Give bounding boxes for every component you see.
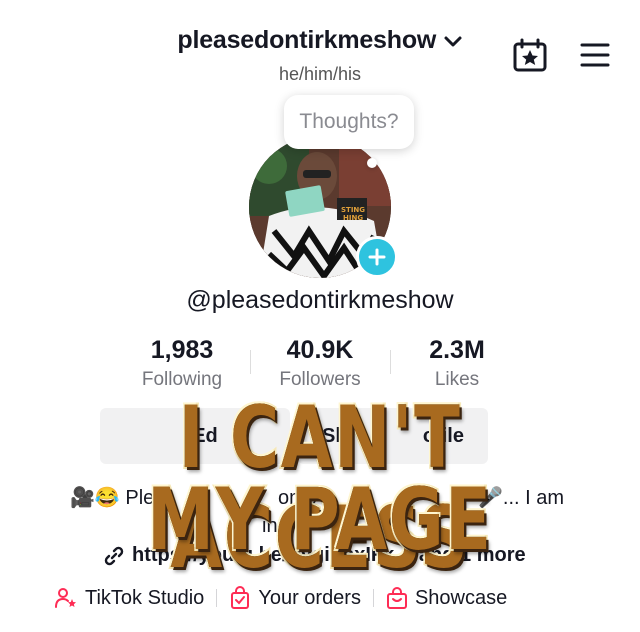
link-icon bbox=[104, 546, 124, 565]
showcase-label: Showcase bbox=[414, 586, 508, 609]
add-story-button[interactable] bbox=[356, 236, 398, 278]
your-orders-label: Your orders bbox=[258, 586, 361, 609]
thoughts-text: Thoughts? bbox=[299, 110, 399, 133]
bubble-tail bbox=[367, 158, 377, 168]
tiktok-studio-label: TikTok Studio bbox=[85, 586, 205, 609]
shortcut-divider bbox=[372, 589, 374, 607]
bio-line1-b: ome bbox=[278, 487, 317, 509]
svg-text:STING: STING bbox=[341, 206, 365, 214]
edit-profile-button[interactable]: Ed bbox=[100, 408, 290, 464]
stat-followers[interactable]: 40.9K Followers bbox=[245, 336, 395, 391]
share-profile-label-right: ofile bbox=[422, 424, 464, 447]
stat-likes[interactable]: 2.3M Likes bbox=[382, 336, 532, 391]
thoughts-bubble[interactable]: Thoughts? bbox=[284, 95, 414, 149]
your-orders-link[interactable]: Your orders bbox=[229, 586, 361, 610]
calendar-star-icon[interactable] bbox=[512, 38, 548, 72]
bio-line1-a: Plea bbox=[125, 487, 166, 509]
share-profile-button[interactable]: Sh ofile bbox=[298, 408, 488, 464]
storefront-bag-icon bbox=[386, 587, 407, 609]
person-star-icon bbox=[55, 588, 76, 608]
bio-line2: in th bbox=[262, 515, 300, 537]
username[interactable]: pleasedontirkmeshow bbox=[177, 26, 436, 54]
likes-label: Likes bbox=[434, 369, 480, 390]
shortcut-divider bbox=[216, 589, 218, 607]
tiktok-studio-link[interactable]: TikTok Studio bbox=[54, 586, 204, 610]
svg-text:HING: HING bbox=[343, 214, 363, 222]
bio-line1-end: 🎤... I am bbox=[478, 487, 565, 509]
showcase-link[interactable]: Showcase bbox=[386, 586, 507, 610]
bio: 🎥😂 Plea ome 🎤... I am in th bbox=[70, 484, 590, 537]
followers-label: Followers bbox=[279, 369, 361, 390]
likes-count: 2.3M bbox=[429, 336, 485, 364]
followers-count: 40.9K bbox=[286, 336, 354, 364]
chevron-down-icon[interactable] bbox=[443, 35, 463, 49]
link-more[interactable]: and 1 more bbox=[419, 544, 526, 567]
profile-shortcuts: TikTok Studio Your orders Showcase bbox=[54, 586, 594, 610]
bio-emojis: 🎥😂 bbox=[70, 487, 120, 509]
link-url[interactable]: https://youtu.be/rjvgiTpxIFk... bbox=[132, 544, 411, 567]
following-label: Following bbox=[141, 369, 223, 390]
share-profile-label-left: Sh bbox=[322, 424, 348, 447]
plus-icon bbox=[368, 248, 386, 266]
profile-handle: @pleasedontirkmeshow bbox=[186, 286, 454, 314]
bio-link[interactable]: https://youtu.be/rjvgiTpxIFk... and 1 mo… bbox=[104, 544, 544, 567]
following-count: 1,983 bbox=[150, 336, 214, 364]
hamburger-menu-icon[interactable] bbox=[580, 42, 610, 68]
shopping-bag-icon bbox=[231, 586, 250, 609]
stat-following[interactable]: 1,983 Following bbox=[107, 336, 257, 391]
edit-profile-label: Ed bbox=[192, 424, 218, 447]
